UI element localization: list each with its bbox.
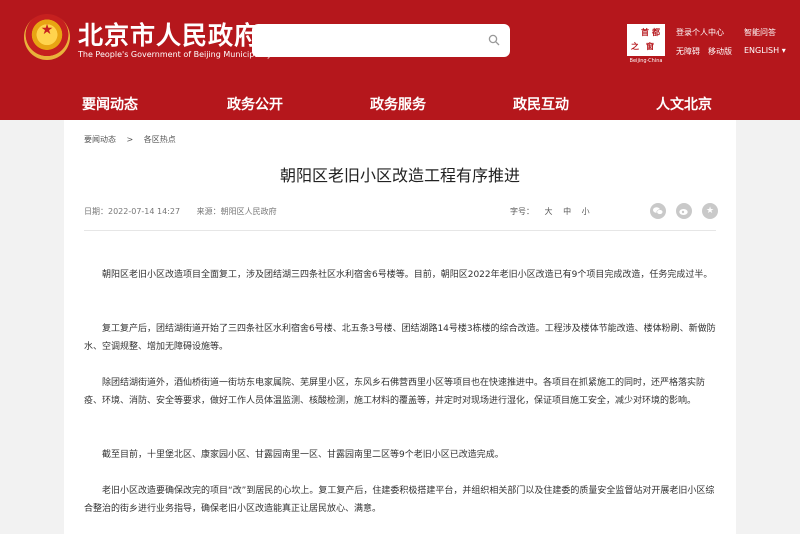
nav-item-interaction[interactable]: 政民互动 [513,94,569,114]
publish-date: 日期：2022-07-14 14:27 [84,207,181,216]
capital-logo-char: 首 [641,28,649,37]
article-paragraph: 截至目前，十里堡北区、康家园小区、甘露园南里一区、甘露园南里二区等9个老旧小区已… [102,450,504,460]
article-paragraph: 朝阳区老旧小区改造项目全面复工，涉及团结湖三四条社区水利宿舍6号楼等。目前，朝阳… [102,270,713,280]
weibo-icon[interactable] [676,203,692,219]
divider [84,230,716,231]
font-size-controls: 字号： 大 中 小 [510,206,598,217]
capital-logo-char: 之 [631,42,639,51]
star-icon: ★ [40,22,54,38]
smart-qa-link[interactable]: 智能问答 [744,27,776,38]
wechat-icon[interactable] [650,203,666,219]
nav-item-culture[interactable]: 人文北京 [656,94,712,114]
language-selector[interactable]: ENGLISH ▾ [744,46,786,55]
article-meta: 日期：2022-07-14 14:27 来源：朝阳区人民政府 [84,206,291,217]
nav-item-services[interactable]: 政务服务 [370,94,426,114]
nav-item-news[interactable]: 要闻动态 [82,94,138,114]
site-title[interactable]: 北京市人民政府 [78,16,260,52]
national-emblem-icon: ★ [24,14,70,60]
favorite-icon[interactable]: ★ [702,203,718,219]
main-nav: 要闻动态 政务公开 政务服务 政民互动 人文北京 [0,84,800,120]
capital-logo-char: 都 [652,28,660,37]
article-paragraph: 复工复产后，团结湖街道开始了三四条社区水利宿舍6号楼、北五条3号楼、团结湖路14… [84,324,716,352]
article-container: 要闻动态 > 各区热点 朝阳区老旧小区改造工程有序推进 日期：2022-07-1… [64,120,736,534]
mobile-link[interactable]: 移动版 [708,46,732,57]
accessibility-link[interactable]: 无障碍 [676,46,700,57]
article-source: 来源：朝阳区人民政府 [196,207,277,216]
font-size-small-button[interactable]: 小 [582,207,590,216]
breadcrumb: 要闻动态 > 各区热点 [84,134,184,145]
nav-item-affairs[interactable]: 政务公开 [227,94,283,114]
search-icon[interactable] [488,34,500,46]
article-paragraph: 老旧小区改造要确保改完的项目“改”到居民的心坎上。复工复产后，住建委积极搭建平台… [84,486,715,514]
breadcrumb-separator: > [126,135,134,144]
search-input[interactable] [252,24,510,57]
login-link[interactable]: 登录个人中心 [676,27,724,38]
article-paragraph: 除团结湖街道外，酒仙桥街道一街坊东电家属院、芜屏里小区，东风乡石佛营西里小区等项… [84,378,706,406]
capital-logo-tag: Beijing·China [629,58,663,64]
article-title: 朝阳区老旧小区改造工程有序推进 [279,166,520,185]
site-subtitle: The People's Government of Beijing Munic… [78,50,272,59]
capital-window-logo[interactable]: 之 首 都 窗 [627,24,665,56]
breadcrumb-link-district[interactable]: 各区热点 [144,135,176,144]
capital-logo-char: 窗 [646,42,654,51]
font-size-large-button[interactable]: 大 [545,207,553,216]
font-size-medium-button[interactable]: 中 [563,207,571,216]
breadcrumb-link-news[interactable]: 要闻动态 [84,135,116,144]
site-header: ★ 北京市人民政府 The People's Government of Bei… [0,0,800,120]
font-size-label: 字号： [510,207,534,216]
